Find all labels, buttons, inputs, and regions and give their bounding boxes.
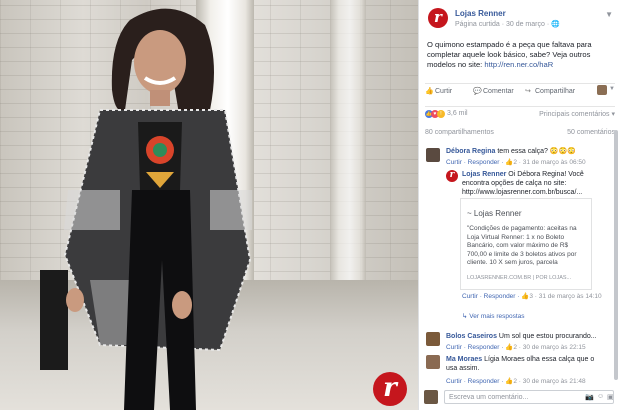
comment-placeholder: Escreva um comentário...	[449, 394, 529, 401]
like-button[interactable]: 👍Curtir	[425, 87, 452, 95]
post-caption: O quimono estampado é a peça que faltava…	[427, 40, 592, 69]
post-header: r Lojas Renner Página curtida · 30 de ma…	[425, 6, 615, 32]
comment-actions[interactable]: Curtir · Responder ·	[446, 344, 505, 351]
like-icon: 👍	[425, 88, 434, 95]
comment-meta: Curtir · Responder · 👍2 · 30 de março às…	[446, 378, 586, 385]
comment-author[interactable]: Ma Moraes	[446, 356, 482, 363]
comment-actions[interactable]: Curtir · Responder ·	[446, 378, 505, 385]
avatar[interactable]	[426, 355, 440, 369]
avatar[interactable]	[426, 332, 440, 346]
reaction-count[interactable]: 3,6 mil	[447, 110, 468, 117]
comment-author[interactable]: Débora Regina	[446, 148, 495, 155]
reactions-bar[interactable]: 👍 ♥ ! 3,6 mil Principais comentários ▾	[425, 106, 615, 120]
post-link[interactable]: http://ren.ner.co/haR	[484, 60, 553, 69]
comment-input[interactable]: Escreva um comentário... 📷 ☺ ▣	[444, 390, 614, 404]
gif-icon[interactable]: ▣	[607, 393, 614, 401]
share-icon: ↪	[525, 88, 531, 95]
emoji-icon[interactable]: ☺	[597, 393, 604, 400]
post-photo[interactable]: r	[0, 0, 418, 410]
more-replies-link[interactable]: ↳ Ver mais respostas	[462, 312, 525, 320]
renner-logo: r	[373, 372, 407, 406]
comment-icon: 💬	[473, 88, 482, 95]
comment-text: Bolos Caseiros Um sol que estou procuran…	[446, 333, 597, 340]
caret-down-icon[interactable]: ▼	[609, 86, 615, 92]
page-name-link[interactable]: Lojas Renner	[455, 9, 506, 18]
reply-meta: Curtir · Responder · 👍3 · 31 de março às…	[462, 293, 602, 300]
page-avatar[interactable]: r	[428, 8, 448, 28]
comment-author[interactable]: Bolos Caseiros	[446, 333, 497, 340]
comment-text: Ma Moraes Lígia Moraes olha essa calça q…	[446, 356, 595, 372]
camera-icon[interactable]: 📷	[585, 393, 594, 401]
shares-count[interactable]: 80 compartilhamentos	[425, 129, 494, 136]
reply-actions[interactable]: Curtir · Responder ·	[462, 293, 521, 300]
avatar[interactable]	[426, 148, 440, 162]
reply-text: Lojas Renner Oi Débora Regina! Você enco…	[462, 171, 584, 196]
link-card-title: ~ Lojas Renner	[467, 209, 522, 218]
reply-avatar[interactable]: r	[446, 170, 458, 182]
write-comment: Escreva um comentário... 📷 ☺ ▣	[424, 388, 614, 406]
link-card-description: "Condições de pagamento: aceitas na Loja…	[467, 225, 577, 266]
comments-count[interactable]: 50 comentários	[567, 129, 615, 136]
scrollbar[interactable]	[614, 130, 618, 380]
comment-text: Débora Regina tem essa calça? 😳😳😳	[446, 148, 577, 155]
comment-sort-dropdown[interactable]: Principais comentários ▾	[539, 110, 615, 118]
post-meta: Página curtida · 30 de março · 🌐	[455, 21, 560, 28]
post-actions: 👍Curtir 💬Comentar ↪ Compartilhar ▼	[425, 83, 615, 97]
reply-author[interactable]: Lojas Renner	[462, 171, 506, 178]
engagement-counts: 80 compartilhamentos 50 comentários	[425, 126, 615, 138]
globe-icon: 🌐	[551, 21, 560, 28]
wow-reaction-icon: !	[437, 110, 445, 118]
comment-button[interactable]: 💬Comentar	[473, 87, 514, 95]
link-preview-card[interactable]: ~ Lojas Renner "Condições de pagamento: …	[460, 198, 592, 290]
comment-actions[interactable]: Curtir · Responder ·	[446, 159, 505, 166]
profile-avatar[interactable]	[597, 85, 607, 95]
share-button[interactable]: ↪ Compartilhar	[525, 87, 575, 95]
link-card-url: LOJASRENNER.COM.BR | POR LOJAS...	[467, 275, 572, 281]
comment-meta: Curtir · Responder · 👍2 · 30 de março às…	[446, 344, 586, 351]
chevron-down-icon[interactable]: ▼	[605, 10, 613, 19]
comment-meta: Curtir · Responder · 👍2 · 31 de março às…	[446, 159, 586, 166]
model-figure	[40, 8, 252, 410]
avatar	[424, 390, 438, 404]
